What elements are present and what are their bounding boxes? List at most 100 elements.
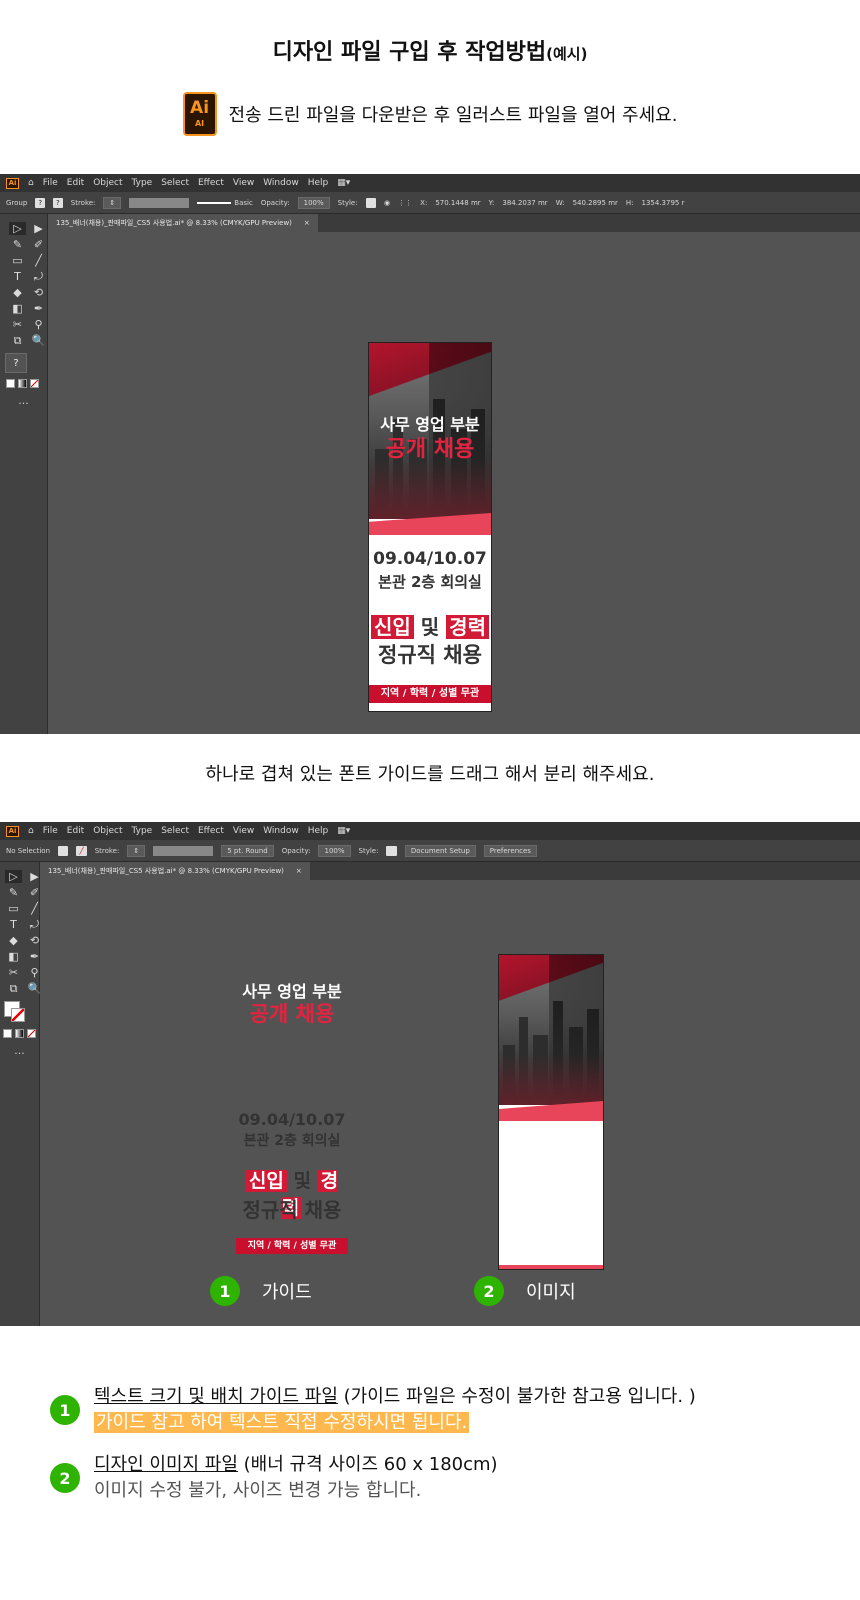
color-swatch-icon[interactable] bbox=[3, 1029, 12, 1038]
pen-tool-icon[interactable]: ✎ bbox=[5, 886, 22, 899]
opacity-input[interactable]: 100% bbox=[297, 196, 330, 209]
menu-type[interactable]: Type bbox=[132, 826, 153, 836]
brush-definition[interactable]: Basic bbox=[197, 199, 253, 207]
w-label: W: bbox=[555, 198, 565, 207]
more-tools-icon[interactable]: ... bbox=[0, 394, 47, 407]
direct-selection-tool-icon[interactable]: ▶ bbox=[26, 870, 43, 883]
menu-help[interactable]: Help bbox=[308, 178, 329, 188]
guide-text-group[interactable]: 사무 영업 부분 공개 채용 09.04/10.07 본관 2층 회의실 신입 … bbox=[236, 978, 348, 1258]
gradient-tool-icon[interactable]: ◧ bbox=[5, 950, 22, 963]
x-input[interactable]: 570.1448 mr bbox=[435, 199, 480, 207]
menu-view[interactable]: View bbox=[233, 178, 254, 188]
menu-effect[interactable]: Effect bbox=[198, 178, 224, 188]
stroke-swatch[interactable]: ╱ bbox=[76, 845, 87, 856]
align-icon[interactable]: ⋮⋮ bbox=[398, 199, 412, 207]
scissors-tool-icon[interactable]: ✂ bbox=[9, 318, 26, 331]
fill-swatch[interactable] bbox=[58, 845, 69, 856]
variable-width-profile[interactable] bbox=[153, 845, 214, 856]
blend-tool-icon[interactable]: ⚲ bbox=[30, 318, 47, 331]
direct-selection-tool-icon[interactable]: ▶ bbox=[30, 222, 47, 235]
banner-tag-career: 경력 bbox=[446, 615, 489, 639]
gradient-swatch-icon[interactable] bbox=[18, 379, 27, 388]
fill-stroke-icon[interactable] bbox=[4, 1001, 26, 1023]
eraser-tool-icon[interactable]: ◆ bbox=[9, 286, 26, 299]
menu-object[interactable]: Object bbox=[93, 826, 122, 836]
brush-tool-icon[interactable]: ╱ bbox=[30, 254, 47, 267]
selection-tool-icon[interactable]: ▷ bbox=[9, 222, 26, 235]
menu-file[interactable]: File bbox=[43, 826, 58, 836]
rotate-tool-icon[interactable]: ⤾ bbox=[26, 918, 43, 931]
menu-window[interactable]: Window bbox=[263, 826, 299, 836]
menu-help[interactable]: Help bbox=[308, 826, 329, 836]
home-icon[interactable]: ⌂ bbox=[28, 178, 34, 188]
menu-edit[interactable]: Edit bbox=[67, 826, 84, 836]
fill-swatch[interactable]: ? bbox=[35, 197, 46, 208]
menu-select[interactable]: Select bbox=[161, 826, 189, 836]
y-input[interactable]: 384.2037 mr bbox=[502, 199, 547, 207]
menu-view[interactable]: View bbox=[233, 826, 254, 836]
stroke-label: Stroke: bbox=[70, 198, 96, 207]
scissors-tool-icon[interactable]: ✂ bbox=[5, 966, 22, 979]
preferences-button[interactable]: Preferences bbox=[483, 844, 537, 857]
type-tool-icon[interactable]: T bbox=[9, 270, 26, 283]
note-text: 텍스트 크기 및 배치 가이드 파일 (가이드 파일은 수정이 불가한 참고용 … bbox=[94, 1384, 696, 1436]
none-swatch-icon[interactable] bbox=[30, 379, 39, 388]
shape-builder-tool-icon[interactable]: ⟲ bbox=[26, 934, 43, 947]
document-tab-label: 135_배너(채용)_판매파일_CS5 사용법.ai* @ 8.33% (CMY… bbox=[48, 867, 284, 875]
blend-tool-icon[interactable]: ⚲ bbox=[26, 966, 43, 979]
menu-effect[interactable]: Effect bbox=[198, 826, 224, 836]
style-swatch[interactable] bbox=[386, 845, 397, 856]
type-tool-icon[interactable]: T bbox=[5, 918, 22, 931]
curvature-tool-icon[interactable]: ✐ bbox=[30, 238, 47, 251]
brush-tool-icon[interactable]: ╱ bbox=[26, 902, 43, 915]
gradient-swatch-icon[interactable] bbox=[15, 1029, 24, 1038]
none-swatch-icon[interactable] bbox=[27, 1029, 36, 1038]
rotate-tool-icon[interactable]: ⤾ bbox=[30, 270, 47, 283]
rectangle-tool-icon[interactable]: ▭ bbox=[9, 254, 26, 267]
workspace-switcher-icon[interactable]: ▦▾ bbox=[337, 826, 350, 836]
rectangle-tool-icon[interactable]: ▭ bbox=[5, 902, 22, 915]
menu-type[interactable]: Type bbox=[132, 178, 153, 188]
banner-image-only[interactable] bbox=[498, 954, 604, 1270]
banner-preview-combined[interactable]: 사무 영업 부분 공개 채용 09.04/10.07 본관 2층 회의실 신입 … bbox=[368, 342, 492, 712]
gradient-tool-icon[interactable]: ◧ bbox=[9, 302, 26, 315]
more-tools-icon[interactable]: ... bbox=[0, 1044, 39, 1057]
style-swatch[interactable] bbox=[365, 197, 377, 208]
opacity-input[interactable]: 100% bbox=[318, 844, 351, 857]
color-swatch-icon[interactable] bbox=[6, 379, 15, 388]
pen-tool-icon[interactable]: ✎ bbox=[9, 238, 26, 251]
eraser-tool-icon[interactable]: ◆ bbox=[5, 934, 22, 947]
document-tab[interactable]: 135_배너(채용)_판매파일_CS5 사용법.ai* @ 8.33% (CMY… bbox=[48, 214, 318, 232]
close-icon[interactable]: × bbox=[304, 219, 310, 227]
menu-select[interactable]: Select bbox=[161, 178, 189, 188]
style-label: Style: bbox=[358, 846, 379, 855]
h-input[interactable]: 1354.3795 r bbox=[642, 199, 685, 207]
recolor-icon[interactable]: ◉ bbox=[384, 199, 390, 207]
document-tab[interactable]: 135_배너(채용)_판매파일_CS5 사용법.ai* @ 8.33% (CMY… bbox=[40, 862, 310, 880]
close-icon[interactable]: × bbox=[296, 867, 302, 875]
brush-definition[interactable]: 5 pt. Round bbox=[221, 844, 274, 857]
banner-tag-and: 및 bbox=[420, 615, 440, 639]
document-setup-button[interactable]: Document Setup bbox=[404, 844, 476, 857]
fill-stroke-icon[interactable]: ? bbox=[5, 353, 27, 373]
zoom-tool-icon[interactable]: 🔍 bbox=[30, 334, 47, 347]
menu-object[interactable]: Object bbox=[93, 178, 122, 188]
eyedropper-tool-icon[interactable]: ✒ bbox=[26, 950, 43, 963]
variable-width-profile[interactable] bbox=[129, 197, 190, 208]
stroke-swatch[interactable]: ? bbox=[53, 197, 63, 208]
home-icon[interactable]: ⌂ bbox=[28, 826, 34, 836]
shape-builder-tool-icon[interactable]: ⟲ bbox=[30, 286, 47, 299]
artboard-tool-icon[interactable]: ⧉ bbox=[9, 334, 26, 347]
menu-file[interactable]: File bbox=[43, 178, 58, 188]
w-input[interactable]: 540.2895 mr bbox=[573, 199, 618, 207]
workspace-switcher-icon[interactable]: ▦▾ bbox=[337, 178, 350, 188]
artboard-tool-icon[interactable]: ⧉ bbox=[5, 982, 22, 995]
eyedropper-tool-icon[interactable]: ✒ bbox=[30, 302, 47, 315]
zoom-tool-icon[interactable]: 🔍 bbox=[26, 982, 43, 995]
menu-edit[interactable]: Edit bbox=[67, 178, 84, 188]
menu-window[interactable]: Window bbox=[263, 178, 299, 188]
selection-tool-icon[interactable]: ▷ bbox=[5, 870, 22, 883]
curvature-tool-icon[interactable]: ✐ bbox=[26, 886, 43, 899]
stroke-weight-input[interactable]: ⇕ bbox=[127, 844, 146, 857]
stroke-weight-input[interactable]: ⇕ bbox=[103, 196, 122, 209]
